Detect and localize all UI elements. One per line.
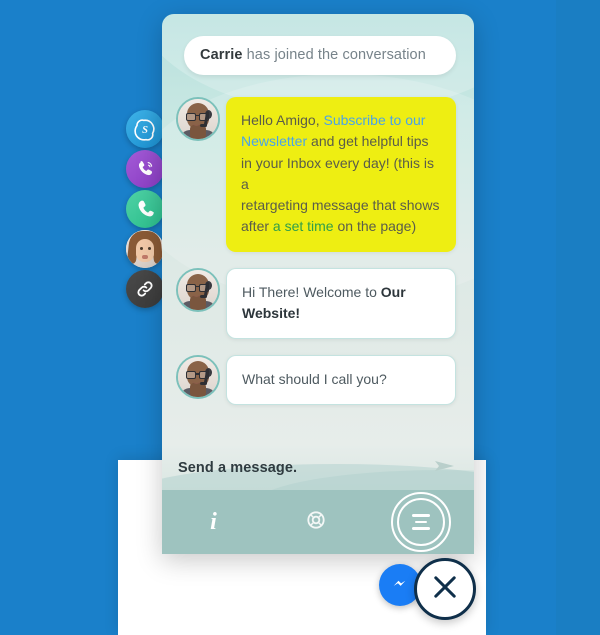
message-bubble-ask-name: What should I call you?	[226, 355, 456, 406]
message-composer[interactable]: Send a message.	[162, 446, 474, 490]
promo-text-4: on the page)	[333, 218, 417, 235]
join-notice-text: has joined the conversation	[242, 47, 426, 63]
chat-widget: Carrie has joined the conversation Hello…	[162, 14, 474, 554]
set-time-link[interactable]: a set time	[273, 218, 334, 234]
phone-icon	[133, 197, 157, 221]
join-notice-name: Carrie	[200, 47, 243, 63]
skype-icon: S	[133, 117, 157, 141]
close-x-icon	[428, 570, 462, 609]
background-band-right	[556, 0, 600, 635]
background-band-left	[0, 0, 118, 635]
operator-avatar	[176, 355, 220, 400]
message-row: Hello Amigo, Subscribe to our Newsletter…	[176, 97, 456, 252]
link-icon	[134, 278, 156, 300]
promo-text-1: Hello Amigo,	[241, 112, 324, 128]
message-input[interactable]: Send a message.	[178, 460, 430, 476]
chat-message-list[interactable]: Carrie has joined the conversation Hello…	[162, 14, 474, 446]
svg-text:S: S	[142, 125, 148, 136]
ask-name-text: What should I call you?	[242, 371, 387, 388]
social-launcher-rail: S	[126, 110, 166, 310]
welcome-text: Hi There! Welcome to	[242, 283, 381, 300]
message-row: Hi There! Welcome to Our Website!	[176, 267, 456, 340]
send-button[interactable]	[430, 455, 460, 481]
social-button-skype[interactable]: S	[126, 110, 164, 148]
social-button-agent-avatar[interactable]	[126, 230, 164, 268]
message-bubble-promo: Hello Amigo, Subscribe to our Newsletter…	[226, 97, 456, 252]
nav-button-help[interactable]	[265, 509, 368, 536]
close-widget-button[interactable]	[414, 558, 476, 620]
social-button-phone[interactable]	[126, 190, 164, 228]
join-notice: Carrie has joined the conversation	[184, 36, 456, 75]
avatar-icon	[126, 230, 164, 268]
operator-avatar	[176, 267, 220, 312]
social-button-viber[interactable]	[126, 150, 164, 188]
social-button-copy-link[interactable]	[126, 270, 164, 308]
send-arrow-icon	[432, 456, 458, 481]
lifebuoy-icon	[305, 509, 327, 536]
nav-button-menu[interactable]	[368, 492, 474, 552]
message-bubble-welcome: Hi There! Welcome to Our Website!	[226, 267, 456, 340]
facebook-messenger-icon	[387, 570, 413, 601]
nav-button-info[interactable]: i	[162, 509, 265, 536]
widget-bottom-nav: i	[162, 490, 474, 554]
hamburger-icon	[390, 492, 451, 552]
operator-avatar	[176, 97, 220, 141]
info-icon: i	[210, 508, 217, 535]
viber-icon	[133, 157, 157, 181]
message-row: What should I call you?	[176, 355, 456, 406]
